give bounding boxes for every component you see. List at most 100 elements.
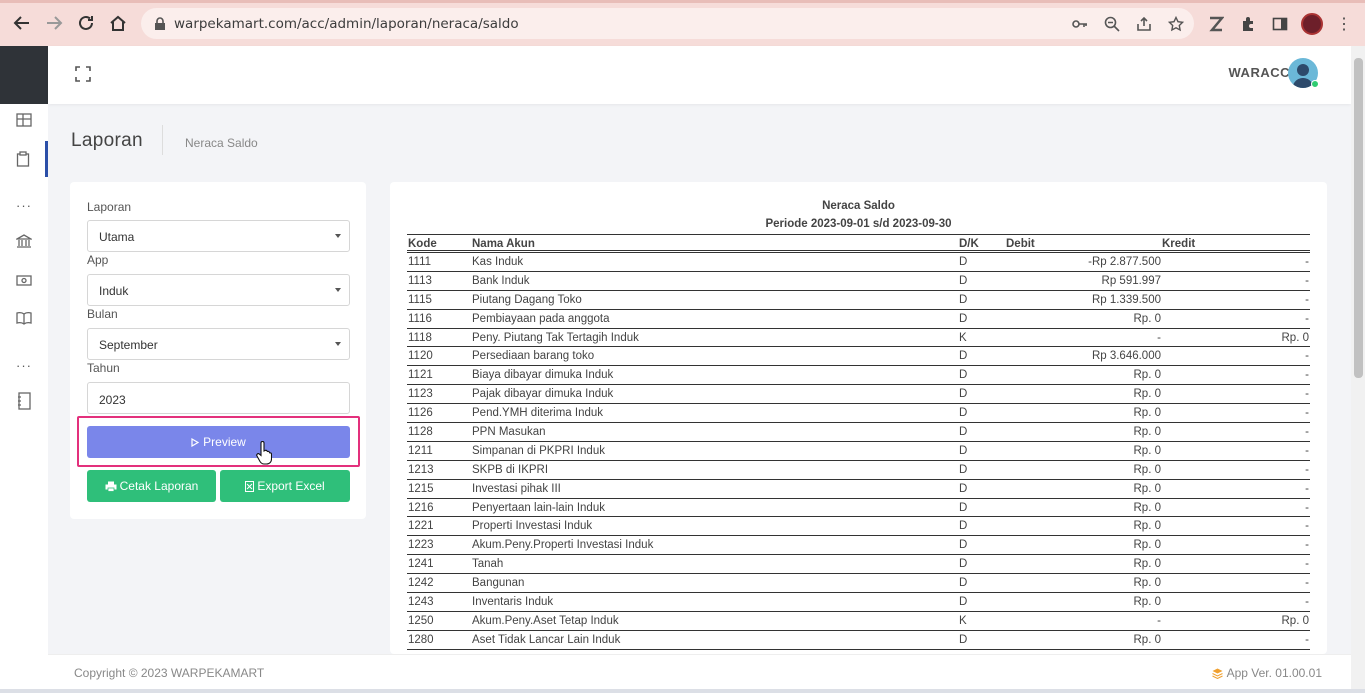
home-icon[interactable] [107,12,129,34]
key-icon[interactable] [1071,16,1089,32]
book-open-icon [16,312,32,325]
cell-nama-akun: PPN Masukan [472,426,546,439]
cell-dk: D [959,596,968,609]
cell-kredit: - [1305,256,1309,268]
reload-icon[interactable] [75,12,97,34]
cell-dk: D [959,312,968,325]
cell-dk: K [959,614,967,627]
cell-kredit: - [1305,444,1309,457]
table-row: 1221 Properti Investasi Induk D Rp. 0 - [407,517,1310,537]
chevron-down-icon [335,342,341,346]
cell-nama-akun: Akum.Peny.Properti Investasi Induk [472,539,654,552]
bulan-select[interactable]: September [87,328,350,360]
sidepanel-icon[interactable] [1269,13,1291,35]
scrollbar-thumb[interactable] [1354,58,1363,378]
browser-toolbar: warpekamart.com/acc/admin/laporan/neraca… [0,0,1365,46]
cell-nama-akun: Simpanan di PKPRI Induk [472,444,605,457]
sidebar-item-book[interactable] [0,300,48,336]
cell-dk: D [959,426,968,439]
cell-kredit: - [1305,633,1309,646]
cell-debit: Rp. 0 [1133,501,1162,514]
bank-icon [16,234,32,248]
cell-debit: Rp. 0 [1133,520,1162,533]
table-row: 1123 Pajak dibayar dimuka Induk D Rp. 0 - [407,385,1310,405]
cell-nama-akun: SKPB di IKPRI [472,463,549,476]
zotero-extension-icon[interactable] [1205,13,1227,35]
user-name[interactable]: WARACC [1229,65,1291,80]
online-status-dot [1311,80,1319,88]
cell-dk: D [959,558,968,571]
sidebar-item-laporan[interactable] [0,141,48,177]
cell-kode: 1115 [408,293,432,306]
table-row: 1223 Akum.Peny.Properti Investasi Induk D R… [407,536,1310,556]
sidebar-item-dashboard[interactable] [0,102,48,138]
export-excel-label: Export Excel [257,479,325,493]
cell-kode: 1216 [408,501,434,514]
cell-debit: Rp. 0 [1133,577,1162,590]
star-icon[interactable] [1167,16,1185,32]
sidebar: ··· ··· [0,46,48,693]
fullscreen-icon[interactable] [73,64,93,84]
cell-debit: Rp. 0 [1133,596,1162,609]
zoom-icon[interactable] [1103,16,1121,32]
table-row: 1118 Peny. Piutang Tak Tertagih Induk K - Rp… [407,329,1310,348]
cell-kode: 1123 [408,388,433,401]
url-text[interactable]: warpekamart.com/acc/admin/laporan/neraca… [174,16,519,32]
cell-kode: 1221 [408,520,434,533]
cell-debit: - [1157,331,1161,344]
table-row: 1243 Inventaris Induk D Rp. 0 - [407,593,1310,612]
app-select[interactable]: Induk [87,274,350,306]
tahun-input[interactable]: 2023 [87,382,350,414]
cell-kredit: - [1305,520,1309,533]
table-row: 1126 Pend.YMH diterima Induk D Rp. 0 - [407,404,1310,424]
browser-profile-avatar[interactable] [1301,13,1323,35]
address-bar[interactable]: warpekamart.com/acc/admin/laporan/neraca… [141,8,1194,39]
table-row: 1113 Bank Induk D Rp 591.997 - [407,272,1310,291]
table-row: 1120 Persediaan barang toko D Rp 3.646.000 - [407,347,1310,367]
cell-nama-akun: Pembiayaan pada anggota [472,312,610,325]
cell-nama-akun: Penyertaan lain-lain Induk [472,501,605,514]
table-row: 1211 Simpanan di PKPRI Induk D Rp. 0 - [407,442,1310,461]
sidebar-item-bank[interactable] [0,223,48,259]
cell-dk: D [959,482,968,495]
cell-dk: D [959,577,968,590]
export-excel-button[interactable]: Export Excel [220,470,350,502]
cell-debit: Rp. 0 [1133,463,1162,476]
top-header: WARACC [48,46,1351,104]
cell-debit: Rp. 0 [1133,407,1162,420]
cell-dk: K [959,331,967,344]
sidebar-item-notebook[interactable] [0,383,48,419]
sidebar-section-dots-2: ··· [16,358,32,373]
cell-kredit: - [1305,407,1309,420]
cell-kredit: - [1305,482,1309,495]
table-row: 1116 Pembiayaan pada anggota D Rp. 0 - [407,310,1310,329]
extensions-icon[interactable] [1237,13,1259,35]
cell-kredit: - [1305,426,1309,439]
preview-button[interactable]: Preview [87,426,350,458]
laporan-select[interactable]: Utama [87,220,350,252]
cell-nama-akun: Aset Tidak Lancar Lain Induk [472,633,621,646]
cetak-laporan-button[interactable]: Cetak Laporan [87,470,216,502]
bulan-select-value: September [99,338,158,352]
cell-kredit: - [1305,558,1309,571]
share-icon[interactable] [1135,16,1153,32]
sidebar-item-money[interactable] [0,262,48,298]
preview-button-label: Preview [203,435,246,449]
page-scrollbar[interactable] [1351,46,1365,693]
cell-dk: D [959,520,968,533]
forward-icon[interactable] [43,12,65,34]
notebook-icon [18,392,31,410]
dashboard-icon [16,113,32,127]
cell-kredit: Rp. 0 [1281,331,1310,344]
cell-kode: 1241 [408,558,434,571]
cell-kredit: - [1305,293,1309,306]
cell-debit: Rp. 0 [1133,426,1162,439]
copyright-text: Copyright © 2023 WARPEKAMART [74,666,265,680]
col-debit-header: Debit [1006,238,1035,250]
cell-nama-akun: Biaya dibayar dimuka Induk [472,369,614,382]
back-icon[interactable] [11,12,33,34]
cell-kode: 1242 [408,577,434,590]
table-row: 1128 PPN Masukan D Rp. 0 - [407,423,1310,442]
cell-kode: 1128 [408,426,433,439]
browser-menu-icon[interactable]: ⋮ [1336,14,1352,34]
